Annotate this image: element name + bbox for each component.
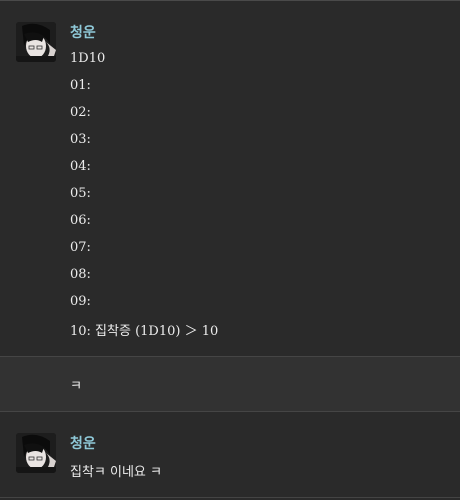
chat-message: 청운 집착ㅋ 이네요 ㅋ [0, 413, 460, 500]
chat-message: 청운 1D10 01: 02: 03: 04: 05: 06: 07: 08: … [0, 1, 460, 356]
message-line: 1D10 [70, 51, 106, 66]
message-line: 03: [70, 132, 91, 147]
author-name[interactable]: 청운 [70, 22, 96, 42]
user-avatar-icon[interactable] [16, 433, 56, 473]
message-line: 집착ㅋ 이네요 ㅋ [70, 465, 162, 480]
message-line: 06: [70, 213, 91, 228]
divider [0, 497, 460, 498]
message-line: 07: [70, 240, 91, 255]
author-name[interactable]: 청운 [70, 433, 96, 453]
chat-log: 청운 1D10 01: 02: 03: 04: 05: 06: 07: 08: … [0, 0, 460, 500]
message-line: 10: 집착증 (1D10) ＞ 10 [70, 324, 219, 339]
chat-message: ㅋ [0, 356, 460, 412]
user-avatar-icon[interactable] [16, 22, 56, 62]
message-line: 01: [70, 78, 91, 93]
message-line: ㅋ [70, 379, 82, 394]
message-line: 04: [70, 159, 91, 174]
message-line: 08: [70, 267, 91, 282]
message-line: 02: [70, 105, 91, 120]
message-line: 05: [70, 186, 91, 201]
message-line: 09: [70, 294, 91, 309]
